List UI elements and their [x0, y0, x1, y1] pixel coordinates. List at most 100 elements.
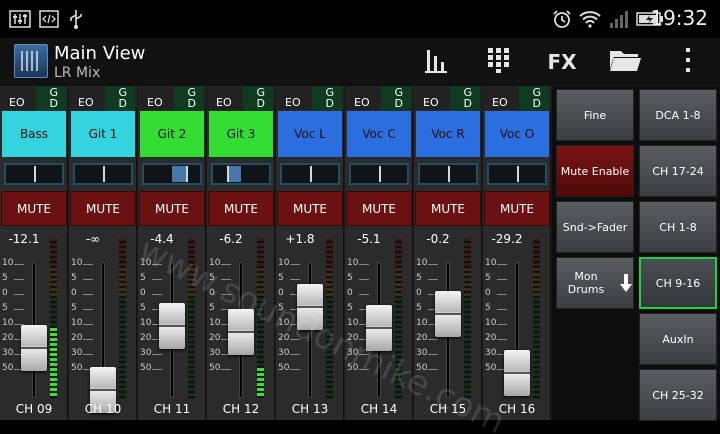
- scale-tick: [497, 264, 507, 265]
- mute-button[interactable]: MUTE: [415, 191, 481, 226]
- mute-button[interactable]: MUTE: [277, 191, 343, 226]
- layer-button[interactable]: CH 25-32: [639, 369, 717, 421]
- meter-segment: [119, 238, 126, 241]
- pan-slider[interactable]: [349, 163, 409, 185]
- meter-segment: [464, 378, 471, 381]
- folder-button[interactable]: [605, 46, 645, 78]
- fx-button[interactable]: FX: [542, 46, 582, 78]
- mute-button[interactable]: MUTE: [346, 191, 412, 226]
- scale-tick: [290, 369, 300, 370]
- eq-gate-dyn-header[interactable]: EO G D: [345, 86, 413, 110]
- meter-segment: [50, 368, 57, 371]
- app-logo-icon[interactable]: [14, 44, 48, 78]
- meter-segment: [257, 238, 264, 241]
- meter-segment: [257, 243, 264, 246]
- mute-button[interactable]: MUTE: [484, 191, 550, 226]
- channel-name-button[interactable]: Git 3: [209, 111, 273, 157]
- meter-segment: [533, 388, 540, 391]
- left-panel-button[interactable]: Mon Drums: [556, 257, 634, 309]
- left-panel-button[interactable]: Fine: [556, 89, 634, 141]
- left-panel-button[interactable]: Snd->Fader: [556, 201, 634, 253]
- layer-button[interactable]: DCA 1-8: [639, 89, 717, 141]
- dyn-label: D: [187, 97, 196, 110]
- scale-tick-label: 0: [416, 288, 422, 298]
- eq-gate-dyn-header[interactable]: EO G D: [414, 86, 482, 110]
- scale-tick: [152, 369, 162, 370]
- channel-name-button[interactable]: Git 1: [71, 111, 135, 157]
- fader-knob[interactable]: [504, 350, 530, 396]
- meters-button[interactable]: [416, 46, 456, 78]
- pan-slider[interactable]: [73, 163, 133, 185]
- layer-button[interactable]: CH 1-8: [639, 201, 717, 253]
- scale-tick-label: 50: [2, 363, 14, 373]
- eq-gate-dyn-header[interactable]: EO G D: [0, 86, 68, 110]
- channel-name-button[interactable]: Voc R: [416, 111, 480, 157]
- pan-slider[interactable]: [4, 163, 64, 185]
- scale-tick-label: 5: [2, 303, 8, 313]
- pan-position-marker: [186, 166, 188, 182]
- dyn-label: D: [49, 97, 58, 110]
- left-panel-button[interactable]: Mute Enable: [556, 145, 634, 197]
- layer-button[interactable]: CH 17-24: [639, 145, 717, 197]
- eq-label: EO: [216, 96, 232, 109]
- meter-segment: [533, 358, 540, 361]
- pan-slider[interactable]: [418, 163, 478, 185]
- scale-tick-label: 0: [71, 288, 77, 298]
- meter-segment: [533, 348, 540, 351]
- meter-segment: [326, 393, 333, 396]
- mute-button[interactable]: MUTE: [70, 191, 136, 226]
- meter-segment: [533, 283, 540, 286]
- scale-tick: [83, 294, 93, 295]
- mute-button[interactable]: MUTE: [208, 191, 274, 226]
- level-meter: [533, 238, 540, 398]
- channel-name-button[interactable]: Git 2: [140, 111, 204, 157]
- meter-segment: [533, 323, 540, 326]
- mute-button[interactable]: MUTE: [1, 191, 67, 226]
- channel-name-button[interactable]: Voc O: [485, 111, 549, 157]
- overflow-menu-button[interactable]: [668, 46, 708, 78]
- dyn-label: D: [394, 97, 403, 110]
- channel-name-button[interactable]: Voc C: [347, 111, 411, 157]
- meter-segment: [464, 353, 471, 356]
- layer-button[interactable]: AuxIn: [639, 313, 717, 365]
- meter-segment: [188, 378, 195, 381]
- channel-name-button[interactable]: Bass: [2, 111, 66, 157]
- meter-segment: [50, 333, 57, 336]
- mute-button[interactable]: MUTE: [139, 191, 205, 226]
- meter-segment: [119, 348, 126, 351]
- fader-knob[interactable]: [435, 291, 461, 337]
- fader-knob[interactable]: [159, 303, 185, 349]
- scale-tick: [83, 339, 93, 340]
- eq-gate-dyn-header[interactable]: EO G D: [207, 86, 275, 110]
- scale-tick: [152, 354, 162, 355]
- pan-slider[interactable]: [142, 163, 202, 185]
- meter-segment: [464, 318, 471, 321]
- channel-name-button[interactable]: Voc L: [278, 111, 342, 157]
- fader-knob[interactable]: [21, 325, 47, 371]
- scale-tick-label: 30: [278, 348, 290, 358]
- scale-tick-label: 5: [2, 273, 8, 283]
- pan-slider[interactable]: [280, 163, 340, 185]
- meter-segment: [464, 343, 471, 346]
- meter-segment: [50, 383, 57, 386]
- scale-tick: [497, 279, 507, 280]
- eq-label: EO: [492, 96, 508, 109]
- pan-slider[interactable]: [211, 163, 271, 185]
- eq-gate-dyn-header[interactable]: EO G D: [276, 86, 344, 110]
- eq-gate-dyn-header[interactable]: EO G D: [483, 86, 551, 110]
- eq-gate-dyn-header[interactable]: EO G D: [138, 86, 206, 110]
- meter-segment: [257, 358, 264, 361]
- layer-button[interactable]: CH 9-16: [639, 257, 717, 309]
- eq-gate-dyn-header[interactable]: EO G D: [69, 86, 137, 110]
- pan-slider[interactable]: [487, 163, 547, 185]
- gate-dyn-indicator: GD: [312, 86, 342, 110]
- meter-segment: [119, 313, 126, 316]
- channel-strip: EO G D Bass MUTE -12.1 10 5 0 5 10 20 30 50 CH 09: [0, 86, 68, 420]
- status-bar: 19:32: [0, 0, 720, 38]
- scale-tick-label: 50: [71, 363, 83, 373]
- meter-segment: [119, 338, 126, 341]
- scale-tick-label: 10: [485, 318, 497, 328]
- meter-segment: [326, 293, 333, 296]
- channel-grid-button[interactable]: [479, 46, 519, 78]
- meter-segment: [464, 323, 471, 326]
